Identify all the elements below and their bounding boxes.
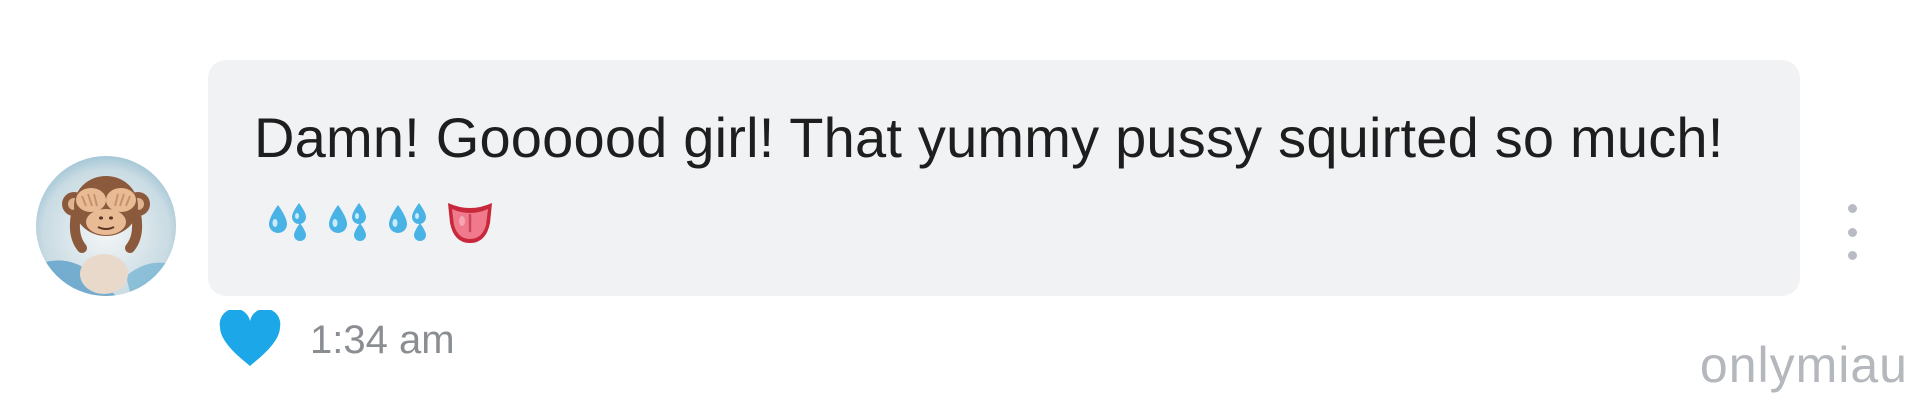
sweat-droplets-emoji-icon	[269, 203, 306, 241]
message-text: Damn! Goooood girl! That yummy pussy squ…	[254, 100, 1754, 252]
like-button[interactable]	[218, 308, 282, 368]
see-no-evil-monkey-icon	[36, 156, 176, 296]
message-bubble[interactable]: Damn! Goooood girl! That yummy pussy squ…	[208, 60, 1800, 296]
heart-icon	[219, 308, 281, 366]
more-options-button[interactable]	[1840, 204, 1864, 260]
emoji-group	[266, 197, 494, 245]
more-dot	[1847, 227, 1857, 237]
more-dot	[1847, 251, 1857, 260]
more-dot	[1847, 204, 1857, 213]
watermark: onlymiau	[1699, 337, 1908, 393]
avatar[interactable]	[36, 156, 176, 296]
sweat-droplets-emoji-icon	[389, 203, 426, 241]
sweat-droplets-emoji-icon	[329, 203, 366, 241]
message-body: Damn! Goooood girl! That yummy pussy squ…	[254, 106, 1724, 169]
tongue-emoji-icon	[448, 203, 492, 243]
message-timestamp: 1:34 am	[310, 318, 455, 362]
